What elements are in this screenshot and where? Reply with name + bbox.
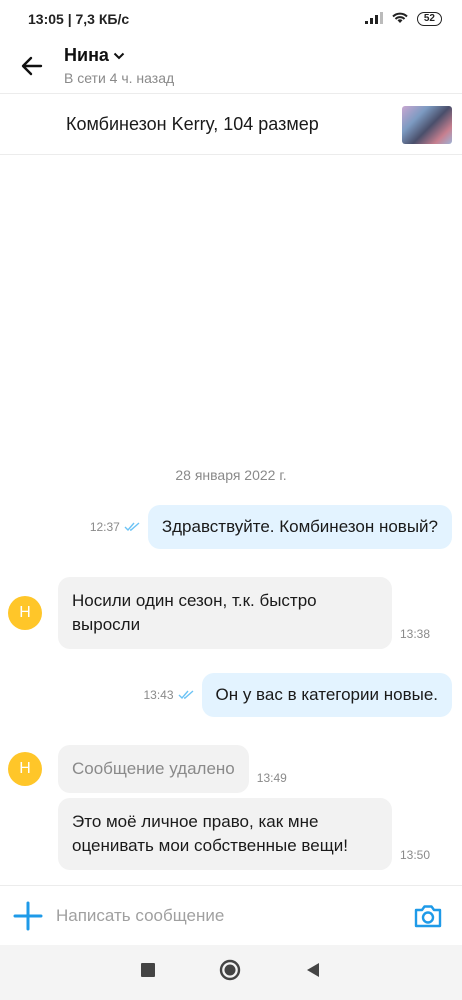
chat-header: Нина В сети 4 ч. назад	[0, 38, 462, 94]
message-incoming[interactable]: Это моё личное право, как мне оценивать …	[8, 798, 430, 870]
status-time-speed: 13:05 | 7,3 КБ/с	[28, 11, 130, 27]
message-incoming[interactable]: Н Носили один сезон, т.к. быстро выросли…	[8, 577, 430, 649]
battery-indicator: 52	[416, 12, 442, 26]
signal-icon	[364, 11, 383, 27]
avatar[interactable]: Н	[8, 596, 42, 630]
wifi-icon	[391, 11, 409, 27]
date-separator: 28 января 2022 г.	[175, 467, 287, 483]
message-bubble: Здравствуйте. Комбинезон новый?	[147, 505, 452, 549]
message-time: 13:43	[143, 688, 174, 702]
message-time: 13:38	[400, 627, 431, 641]
nav-square-icon	[141, 963, 155, 977]
message-bubble: Носили один сезон, т.к. быстро выросли	[58, 577, 392, 649]
contact-status: В сети 4 ч. назад	[64, 70, 175, 86]
read-check-icon	[124, 522, 140, 532]
system-nav-bar	[0, 945, 462, 1000]
product-thumbnail[interactable]	[402, 105, 452, 144]
camera-icon	[414, 904, 442, 927]
chat-area[interactable]: 28 января 2022 г. 12:37 Здравствуйте. Ко…	[0, 155, 462, 885]
message-time: 13:49	[256, 771, 287, 785]
nav-home-button[interactable]	[219, 959, 241, 986]
back-button[interactable]	[0, 38, 64, 94]
nav-circle-icon	[219, 959, 241, 981]
nav-recents-button[interactable]	[141, 963, 155, 982]
message-bubble-deleted: Сообщение удалено	[58, 745, 249, 793]
avatar[interactable]: Н	[8, 752, 42, 786]
camera-button[interactable]	[412, 900, 444, 932]
read-check-icon	[178, 690, 193, 700]
message-bubble: Он у вас в категории новые.	[201, 673, 452, 717]
status-icons: 52	[364, 11, 442, 27]
message-time: 12:37	[89, 520, 120, 534]
nav-back-triangle-icon	[307, 963, 319, 977]
chevron-down-icon	[113, 52, 125, 59]
message-composer	[0, 885, 462, 945]
message-incoming-deleted[interactable]: Н Сообщение удалено 13:49	[8, 745, 287, 793]
message-outgoing[interactable]: 13:43 Он у вас в категории новые.	[143, 673, 452, 717]
plus-icon	[13, 901, 43, 930]
contact-info[interactable]: Нина В сети 4 ч. назад	[64, 45, 174, 86]
message-time: 13:50	[400, 848, 431, 862]
status-bar: 13:05 | 7,3 КБ/с 52	[0, 0, 462, 38]
product-bar[interactable]: Комбинезон Kerry, 104 размер	[0, 95, 462, 155]
back-arrow-icon	[21, 56, 43, 75]
message-bubble: Это моё личное право, как мне оценивать …	[58, 798, 392, 870]
attach-button[interactable]	[12, 900, 44, 932]
message-outgoing[interactable]: 12:37 Здравствуйте. Комбинезон новый?	[90, 505, 452, 549]
message-input[interactable]	[56, 905, 412, 926]
contact-name: Нина	[64, 45, 109, 65]
product-title: Комбинезон Kerry, 104 размер	[66, 114, 319, 134]
nav-back-button[interactable]	[305, 962, 321, 983]
